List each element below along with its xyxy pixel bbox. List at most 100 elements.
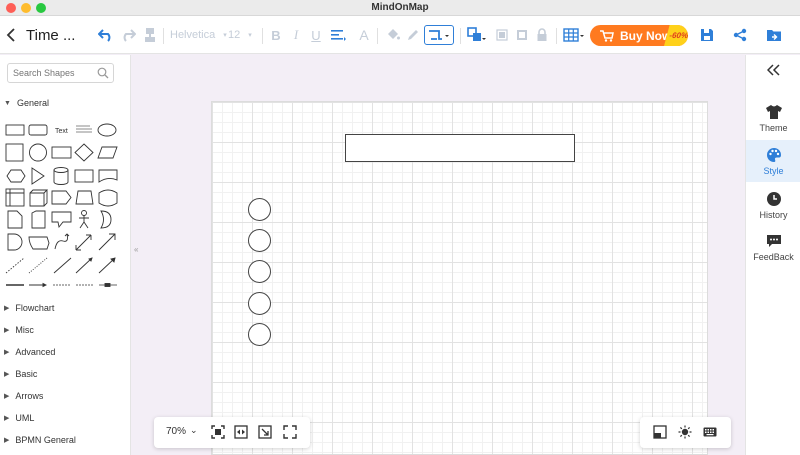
- shape-arrow[interactable]: [98, 233, 116, 251]
- shape-process[interactable]: [51, 146, 72, 159]
- fit-page-icon[interactable]: [211, 425, 225, 439]
- shape-rounded-rectangle[interactable]: [28, 124, 48, 136]
- category-arrows[interactable]: ▶ Arrows: [4, 391, 43, 401]
- font-family-select[interactable]: Helvetica ▾: [170, 16, 227, 54]
- shape-or[interactable]: [100, 210, 112, 229]
- shape-hexagon[interactable]: [6, 169, 26, 183]
- sidebar-item-history[interactable]: History: [746, 184, 800, 226]
- shape-triangle[interactable]: [31, 167, 45, 185]
- shape-link-bidirectional[interactable]: [99, 283, 117, 287]
- canvas-rectangle[interactable]: [345, 134, 575, 162]
- keyboard-shortcuts-icon[interactable]: [703, 425, 717, 439]
- category-advanced[interactable]: ▶ Advanced: [4, 347, 55, 357]
- zoom-level[interactable]: 70%: [166, 426, 186, 437]
- lock-button[interactable]: [534, 16, 550, 54]
- sidebar-item-style[interactable]: Style: [746, 140, 800, 182]
- shape-circle[interactable]: [29, 143, 47, 162]
- shape-parallelogram[interactable]: [97, 146, 118, 159]
- caret-right-icon: ▶: [4, 327, 10, 334]
- category-basic[interactable]: ▶ Basic: [4, 369, 37, 379]
- shape-document[interactable]: [98, 169, 118, 183]
- shape-connector-arrow[interactable]: [29, 282, 48, 288]
- category-general[interactable]: ▼ General: [4, 98, 49, 108]
- sidebar-item-theme[interactable]: Theme: [746, 97, 800, 139]
- canvas-circle[interactable]: [248, 260, 271, 283]
- format-painter-button[interactable]: [140, 16, 160, 54]
- category-bpmn-general[interactable]: ▶ BPMN General: [4, 435, 76, 445]
- document-title[interactable]: Time ...: [26, 16, 75, 54]
- undo-icon: [98, 29, 111, 42]
- shape-cube[interactable]: [29, 189, 49, 207]
- category-misc[interactable]: ▶ Misc: [4, 325, 34, 335]
- text-align-button[interactable]: [329, 16, 349, 54]
- search-shapes-input[interactable]: [8, 64, 93, 82]
- line-color-button[interactable]: [404, 16, 422, 54]
- shape-ellipse[interactable]: [97, 123, 117, 137]
- bold-button[interactable]: B: [268, 16, 284, 54]
- to-front-button[interactable]: [494, 16, 510, 54]
- minimap-icon[interactable]: [653, 425, 667, 439]
- shape-arrow-line[interactable]: [98, 257, 116, 274]
- shape-dashed-line[interactable]: [5, 257, 25, 274]
- redo-button[interactable]: [118, 16, 138, 54]
- actual-size-icon[interactable]: [258, 425, 272, 439]
- fullscreen-icon[interactable]: [283, 425, 297, 439]
- shape-step[interactable]: [51, 190, 72, 205]
- shape-internal-storage[interactable]: [74, 169, 94, 183]
- shape-actor[interactable]: [79, 210, 89, 229]
- collapse-right-panel-button[interactable]: [746, 63, 800, 81]
- sidebar-item-feedback[interactable]: FeedBack: [746, 226, 800, 268]
- search-icon[interactable]: [97, 67, 109, 79]
- shape-curve[interactable]: [54, 233, 70, 250]
- collapse-left-panel-handle[interactable]: «: [134, 245, 138, 254]
- shape-delay[interactable]: [7, 233, 23, 251]
- canvas-circle[interactable]: [248, 323, 271, 346]
- canvas-circle[interactable]: [248, 292, 271, 315]
- back-button[interactable]: [2, 16, 20, 54]
- shape-diamond[interactable]: [74, 143, 94, 162]
- table-button[interactable]: [562, 16, 586, 54]
- to-back-button[interactable]: [514, 16, 530, 54]
- chevron-left-icon: [6, 28, 15, 42]
- theme-brightness-icon[interactable]: [678, 425, 692, 439]
- category-uml[interactable]: ▶ UML: [4, 413, 34, 423]
- underline-button[interactable]: U: [308, 16, 324, 54]
- shape-cylinder[interactable]: [53, 167, 69, 185]
- shape-text[interactable]: Text: [55, 128, 68, 135]
- shape-rectangle[interactable]: [5, 124, 25, 136]
- shape-line[interactable]: [53, 257, 72, 274]
- font-color-icon: A: [359, 27, 369, 43]
- shape-bidirectional-arrow[interactable]: [75, 234, 92, 251]
- category-flowchart[interactable]: ▶ Flowchart: [4, 303, 54, 313]
- connector-style-button[interactable]: [424, 25, 454, 45]
- arrange-button[interactable]: [466, 16, 488, 54]
- font-size-select[interactable]: 12 ▾: [228, 16, 254, 54]
- canvas-circle[interactable]: [248, 198, 271, 221]
- shape-trapezoid[interactable]: [75, 190, 94, 205]
- shape-textbox[interactable]: [76, 125, 92, 133]
- shape-note[interactable]: [7, 210, 23, 229]
- shape-directional-connector[interactable]: [75, 257, 93, 274]
- shape-card[interactable]: [31, 210, 46, 229]
- undo-button[interactable]: [96, 16, 116, 54]
- canvas-circle[interactable]: [248, 229, 271, 252]
- chevron-down-icon[interactable]: ⌄: [190, 425, 198, 436]
- italic-button[interactable]: I: [288, 16, 304, 54]
- export-button[interactable]: [765, 16, 783, 54]
- shape-tape[interactable]: [98, 189, 118, 207]
- caret-right-icon: ▶: [4, 349, 10, 356]
- shape-square[interactable]: [5, 143, 24, 162]
- shape-dotted-line[interactable]: [28, 257, 48, 274]
- font-color-button[interactable]: A: [355, 16, 373, 54]
- buy-now-button[interactable]: Buy Now -60%: [590, 25, 688, 46]
- fill-color-button[interactable]: [384, 16, 402, 54]
- shape-callout[interactable]: [51, 211, 72, 229]
- shape-table-grid[interactable]: [5, 188, 25, 207]
- share-button[interactable]: [731, 16, 749, 54]
- diagram-canvas[interactable]: [211, 101, 708, 455]
- shape-data-storage[interactable]: [28, 236, 50, 250]
- folder-export-icon: [767, 30, 781, 41]
- send-back-icon: [517, 30, 527, 40]
- fit-width-icon[interactable]: [234, 425, 248, 439]
- save-button[interactable]: [698, 16, 716, 54]
